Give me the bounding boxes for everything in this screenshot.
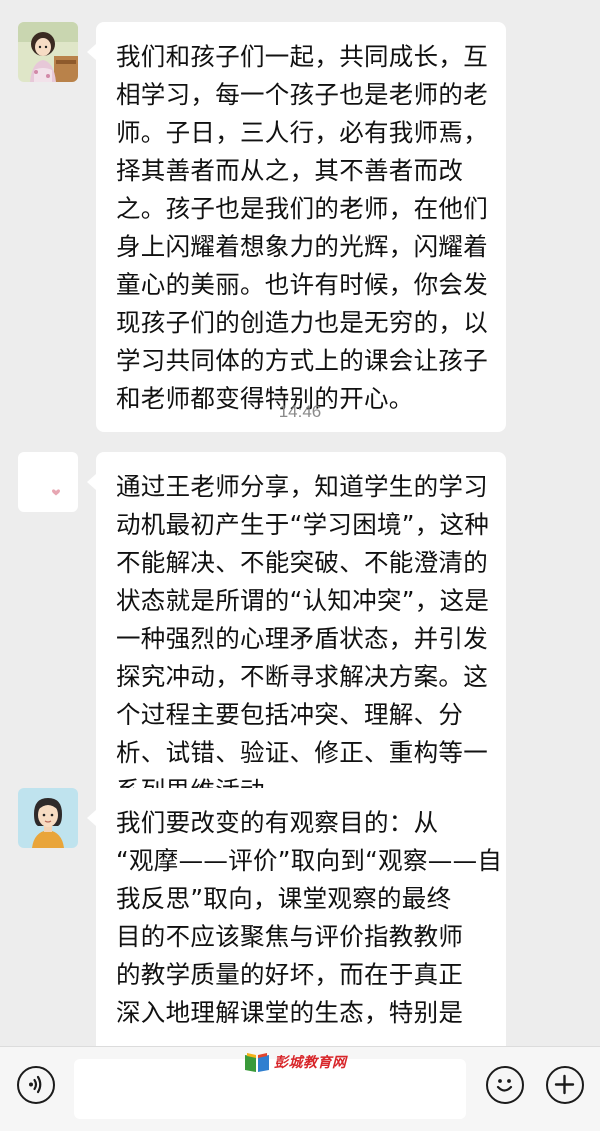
- message-text-line: “观摩——评价”取向到“观察——自: [116, 846, 503, 875]
- message-text-line: 析、试错、验证、修正、重构等一: [116, 738, 488, 767]
- message-text-line: 师。子日，三人行，必有我师焉，: [116, 118, 488, 147]
- message-text-line: 深入地理解课堂的生态，特别是: [116, 998, 464, 1027]
- message-text-line: 状态就是所谓的“认知冲突”，这是: [116, 586, 490, 615]
- avatar[interactable]: [18, 788, 78, 848]
- plus-icon: [554, 1074, 575, 1095]
- message-text-line: 个过程主要包括冲突、理解、分: [116, 700, 464, 729]
- message-text-line: 动机最初产生于“学习困境”，这种: [116, 510, 490, 539]
- message-text-line: 一种强烈的心理矛盾状态，并引发: [116, 624, 488, 653]
- voice-button[interactable]: [17, 1066, 55, 1104]
- message-text-line: 现孩子们的创造力也是无穷的，以: [116, 308, 488, 337]
- book-logo-icon: [245, 1053, 269, 1072]
- message-bubble[interactable]: 我们和孩子们一起，共同成长，互 相学习，每一个孩子也是老师的老 师。子日，三人行…: [87, 22, 506, 432]
- heart-avatar: [18, 452, 78, 512]
- more-button[interactable]: [546, 1066, 584, 1104]
- watermark: 彭城教育网: [244, 1050, 347, 1074]
- message-text-line: 之。孩子也是我们的老师，在他们: [116, 194, 488, 223]
- voice-icon: [29, 1075, 42, 1094]
- woman-cartoon-avatar: [18, 788, 78, 848]
- message-text-line: 目的不应该聚焦与评价指教教师: [116, 922, 464, 951]
- message-text-line: 童心的美丽。也许有时候，你会发: [116, 270, 488, 299]
- avatar[interactable]: [18, 452, 78, 512]
- message-text-line: 择其善者而从之，其不善者而改: [116, 156, 464, 185]
- message-text-line: 我们要改变的有观察目的：从: [116, 808, 439, 837]
- girl-cartoon-avatar: [18, 22, 78, 82]
- avatar[interactable]: [18, 22, 78, 82]
- message-text-line: 通过王老师分享，知道学生的学习: [116, 472, 488, 501]
- emoji-icon: [496, 1079, 513, 1092]
- message-text-line: 的教学质量的好坏，而在于真正: [116, 960, 464, 989]
- message-text-line: 学习共同体的方式上的课会让孩子: [116, 346, 488, 375]
- watermark-text: 彭城教育网: [274, 1055, 347, 1071]
- message-timestamp: 14:46: [278, 402, 322, 421]
- message-text-line: 相学习，每一个孩子也是老师的老: [116, 80, 488, 109]
- message-text-line: 我反思”取向，课堂观察的最终: [116, 884, 452, 913]
- message-text-line: 不能解决、不能突破、不能澄清的: [116, 548, 488, 577]
- message-text-line: 身上闪耀着想象力的光辉，闪耀着: [116, 232, 488, 261]
- message-bubble[interactable]: 我们要改变的有观察目的：从 “观摩——评价”取向到“观察——自 我反思”取向，课…: [87, 788, 506, 1046]
- message-text-line: 探究冲动，不断寻求解决方案。这: [116, 662, 488, 691]
- message-text-line: 我们和孩子们一起，共同成长，互: [116, 42, 488, 71]
- emoji-button[interactable]: [486, 1066, 524, 1104]
- chat-area[interactable]: 我们和孩子们一起，共同成长，互 相学习，每一个孩子也是老师的老 师。子日，三人行…: [0, 0, 600, 1046]
- message-bubble[interactable]: 通过王老师分享，知道学生的学习 动机最初产生于“学习困境”，这种 不能解决、不能…: [87, 452, 506, 824]
